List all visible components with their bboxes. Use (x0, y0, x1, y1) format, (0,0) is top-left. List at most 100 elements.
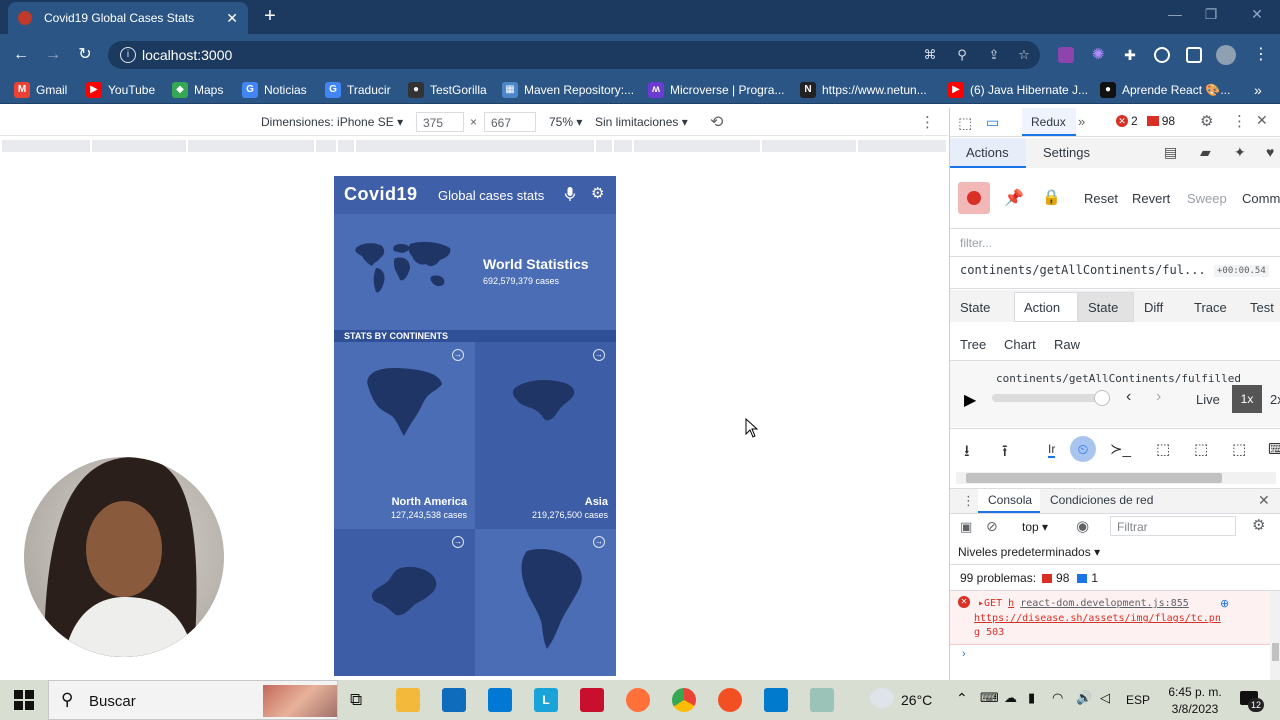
tray-chevron-icon[interactable]: ⌃ (956, 690, 968, 707)
microphone-icon[interactable] (564, 186, 576, 202)
draw-app-icon[interactable] (718, 688, 742, 712)
tray-wifi-icon[interactable]: ◠ (1052, 690, 1063, 706)
console-scrollbar[interactable] (1270, 591, 1280, 680)
arrow-right-icon[interactable]: → (452, 536, 464, 548)
layout-bottom-icon[interactable]: ⬚ (1232, 440, 1246, 458)
reload-icon[interactable]: ↻ (74, 44, 96, 66)
device-width-input[interactable]: 375 (416, 112, 464, 132)
tray-volume-icon[interactable]: 🔊 (1076, 690, 1092, 706)
notification-center-icon[interactable]: 12 (1238, 688, 1264, 712)
console-scrollbar-thumb[interactable] (1272, 643, 1279, 661)
new-tab-button[interactable]: + (258, 6, 282, 28)
world-stats-card[interactable] (334, 214, 616, 330)
mail-icon[interactable] (488, 688, 512, 712)
chrome-icon[interactable] (672, 688, 696, 712)
settings-gear-icon[interactable]: ⚙ (591, 186, 604, 202)
log-monitor-icon[interactable]: ▤ (1164, 144, 1177, 161)
translate-icon[interactable]: ⌘ (922, 47, 938, 63)
inspector-tab-diff[interactable]: Diff (1144, 300, 1163, 315)
sweep-button[interactable]: Sweep (1187, 191, 1227, 206)
clear-console-icon[interactable]: ⊘ (986, 518, 998, 535)
extension-react-icon[interactable]: ✺ (1090, 47, 1106, 63)
log-levels-select[interactable]: Niveles predeterminados ▾ (958, 545, 1100, 559)
close-tab-icon[interactable]: ✕ (226, 10, 238, 27)
dispatcher-icon[interactable]: ≻_ (1110, 440, 1131, 458)
console-filter-input[interactable]: Filtrar (1110, 516, 1236, 536)
continent-tile-south-america[interactable]: → (475, 529, 616, 676)
redux-tab-settings[interactable]: Settings (1043, 145, 1090, 160)
bookmark-maps[interactable]: ◆ Maps (172, 80, 223, 100)
bookmark-star-icon[interactable]: ☆ (1016, 47, 1032, 63)
weather-cloud-icon[interactable] (870, 688, 894, 708)
next-step-icon[interactable]: › (1156, 388, 1161, 406)
clock-date[interactable]: 3/8/2023 (1160, 702, 1230, 716)
bookmarks-overflow-icon[interactable]: » (1254, 80, 1262, 100)
address-bar[interactable]: i localhost:3000 ⌘ ⚲ ⇪ ☆ (108, 41, 1040, 69)
commit-button[interactable]: Comm (1242, 191, 1280, 206)
layout-right-icon[interactable]: ⬚ (1194, 440, 1208, 458)
speed-2x-button[interactable]: 2x (1270, 392, 1280, 407)
remote-icon[interactable]: ⏲ (1070, 436, 1096, 462)
arrow-right-icon[interactable]: → (593, 349, 605, 361)
rotate-icon[interactable]: ⟲ (710, 112, 723, 132)
drawer-tab-console[interactable]: Consola (988, 493, 1032, 507)
drawer-tab-network-conditions[interactable]: Condiciones de red (1050, 493, 1153, 507)
device-toggle-icon[interactable]: ▭ (986, 114, 999, 131)
tray-cloud-icon[interactable]: ☁ (1004, 690, 1017, 706)
forward-arrow-icon[interactable]: → (42, 44, 64, 66)
back-arrow-icon[interactable]: ← (10, 44, 32, 66)
bookmark-maven[interactable]: ▦ Maven Repository:... (502, 80, 634, 100)
console-settings-icon[interactable]: ⚙ (1252, 516, 1265, 534)
file-explorer-icon[interactable] (396, 688, 420, 712)
device-select[interactable]: Dimensiones: iPhone SE ▾ (261, 115, 403, 129)
bookmark-java-hibernate[interactable]: ▶ (6) Java Hibernate J... (948, 80, 1088, 100)
console-prompt-icon[interactable]: › (962, 648, 966, 660)
continent-tile-asia[interactable]: → Asia 219,276,500 cases (475, 342, 616, 529)
previous-step-icon[interactable]: ‹ (1126, 388, 1131, 406)
clock-time[interactable]: 6:45 p. m. (1160, 685, 1230, 699)
eye-icon[interactable]: ◉ (1076, 517, 1089, 535)
close-drawer-icon[interactable]: ✕ (1258, 492, 1270, 509)
live-button[interactable]: Live (1196, 392, 1220, 407)
revert-button[interactable]: Revert (1132, 191, 1170, 206)
inspect-element-icon[interactable]: ⬚ (958, 114, 972, 132)
inspector-tab-action[interactable]: Action (1024, 300, 1060, 315)
bookmark-aprende-react[interactable]: ● Aprende React 🎨... (1100, 80, 1230, 100)
bookmark-microverse[interactable]: ʍ Microverse | Progra... (648, 80, 784, 100)
layout-left-icon[interactable]: ⬚ (1156, 440, 1170, 458)
tray-speaker-icon[interactable]: ◁ (1100, 690, 1110, 706)
inspector-toggle[interactable]: Ir (1048, 442, 1056, 458)
more-tabs-icon[interactable]: » (1078, 114, 1085, 129)
tray-battery-icon[interactable]: ▮ (1028, 690, 1035, 706)
chat-icon[interactable]: ▰ (1200, 144, 1211, 161)
zoom-icon[interactable]: ⚲ (954, 47, 970, 63)
bookmark-traducir[interactable]: G Traducir (325, 80, 391, 100)
view-tab-chart[interactable]: Chart (1004, 337, 1036, 352)
microsoft-store-icon[interactable] (442, 688, 466, 712)
error-counter[interactable]: ✕ 2 98 (1116, 114, 1175, 128)
error-url[interactable]: https://disease.sh/assets/img/flags/tc.p… (974, 613, 1221, 624)
vscode-icon[interactable] (764, 688, 788, 712)
bookmark-testgorilla[interactable]: ● TestGorilla (408, 80, 487, 100)
firefox-icon[interactable] (626, 688, 650, 712)
tray-network-icon[interactable]: ⌨ (980, 690, 999, 706)
throttle-select[interactable]: Sin limitaciones ▾ (595, 115, 688, 129)
windows-start-icon[interactable] (14, 690, 34, 710)
play-icon[interactable]: ▶ (964, 390, 976, 410)
scrollbar-thumb[interactable] (966, 473, 1222, 483)
device-height-input[interactable]: 667 (484, 112, 536, 132)
horizontal-scrollbar[interactable] (956, 472, 1276, 484)
extension-purple-icon[interactable] (1058, 47, 1074, 63)
close-window-icon[interactable]: ✕ (1242, 6, 1272, 26)
view-tab-tree[interactable]: Tree (960, 337, 986, 352)
lock-icon[interactable]: 🔒 (1042, 188, 1061, 206)
bookmark-netun[interactable]: Nhttps://www.netun... (800, 80, 927, 100)
heart-icon[interactable]: ♥ (1266, 144, 1274, 160)
slider-thumb[interactable] (1094, 390, 1110, 406)
drawer-menu-icon[interactable]: ⋮ (962, 493, 975, 509)
share-icon[interactable]: ⇪ (986, 47, 1002, 63)
arrow-right-icon[interactable]: → (593, 536, 605, 548)
timeline-slider[interactable] (992, 394, 1108, 402)
twitter-icon[interactable]: ✦ (1234, 144, 1246, 161)
mcafee-icon[interactable] (580, 688, 604, 712)
